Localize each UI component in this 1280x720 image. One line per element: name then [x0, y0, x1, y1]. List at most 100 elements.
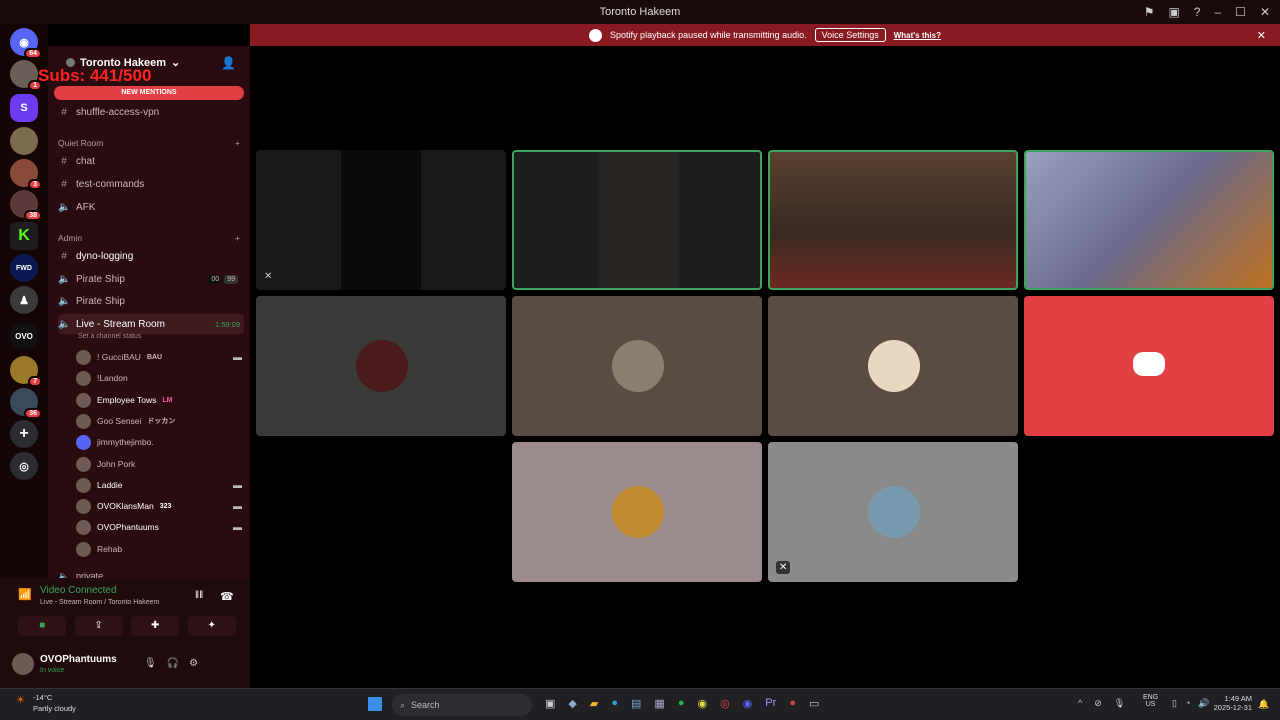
language-indicator[interactable]: ENG US — [1143, 694, 1158, 708]
windows-start-icon[interactable] — [368, 697, 382, 711]
app-icon[interactable]: ◉ — [697, 697, 707, 710]
kick-server-icon[interactable]: K — [10, 222, 38, 250]
avatar[interactable] — [12, 653, 34, 675]
search-icon: ⌕ — [400, 699, 406, 710]
channel-test-commands[interactable]: # test-commands — [58, 174, 244, 194]
voice-settings-button[interactable]: Voice Settings — [814, 28, 886, 42]
minimize-icon[interactable]: – — [1214, 5, 1221, 19]
maximize-icon[interactable]: ☐ — [1235, 5, 1246, 19]
soundboard-icon[interactable]: ǁǁ — [195, 590, 203, 601]
avatar — [76, 349, 91, 365]
app-icon[interactable]: ▦ — [654, 697, 664, 710]
channel-afk[interactable]: 🔈 AFK — [58, 197, 244, 217]
avatar — [612, 340, 664, 392]
discord-home-icon[interactable]: ◉ 64 — [10, 28, 42, 59]
voice-member[interactable]: OVOPhantuums ▬ — [76, 517, 242, 537]
channel-live-stream-room[interactable]: 🔈 Live - Stream Room 1:59:09 — [58, 314, 244, 334]
voice-member[interactable]: Employee Tows LM — [76, 390, 242, 410]
server-icon[interactable]: 36 — [10, 388, 42, 419]
spotify-icon[interactable]: ● — [678, 697, 685, 710]
voice-member[interactable]: Rehab — [76, 539, 242, 559]
server-icon[interactable]: S — [10, 94, 38, 122]
avatar — [76, 477, 91, 493]
ovo-server-icon[interactable]: OVO — [10, 322, 38, 350]
category-quiet-room[interactable]: Quiet Room + — [58, 138, 240, 148]
app-icon[interactable]: ▭ — [809, 697, 819, 710]
voice-member[interactable]: !Landon — [76, 368, 242, 388]
channel-pirate-ship-2[interactable]: 🔈 Pirate Ship — [58, 291, 244, 311]
avatar-tile[interactable] — [512, 442, 762, 582]
add-server-icon[interactable]: + — [10, 420, 38, 448]
notepad-icon[interactable]: ▤ — [631, 697, 641, 710]
premiere-icon[interactable]: Pr — [765, 697, 776, 710]
avatar-tile[interactable]: ✕ — [768, 442, 1018, 582]
activities-button[interactable]: ✚ — [131, 616, 180, 636]
chevron-up-icon[interactable]: ^ — [1078, 698, 1082, 709]
video-tile[interactable]: ✕ — [256, 150, 506, 290]
copilot-icon[interactable]: ◆ — [568, 697, 576, 710]
disconnect-icon[interactable]: ☎ — [220, 590, 234, 603]
gear-icon[interactable]: ⚙ — [189, 658, 198, 669]
app-icon[interactable]: ● — [789, 697, 796, 710]
avatar-tile[interactable] — [768, 296, 1018, 436]
task-view-icon[interactable]: ▣ — [545, 697, 555, 710]
video-tile-speaking[interactable] — [768, 150, 1018, 290]
voice-member[interactable]: jimmythejimbo. — [76, 432, 242, 452]
clock[interactable]: 1:49 AM 2025-12-31 — [1210, 694, 1252, 712]
category-private[interactable]: 🔈 private — [58, 566, 244, 579]
channel-chat[interactable]: # chat — [58, 151, 244, 171]
server-icon[interactable]: FWD — [10, 254, 38, 282]
server-icon[interactable]: ♟ — [10, 286, 38, 314]
discover-icon[interactable]: ◎ — [10, 452, 38, 480]
channel-dyno-logging[interactable]: # dyno-logging — [58, 246, 244, 266]
voice-member[interactable]: OVOKlansMan 323 ▬ — [76, 496, 242, 516]
discord-icon[interactable]: ◉ — [743, 697, 753, 710]
server-icon[interactable] — [10, 127, 38, 155]
avatar-tile[interactable] — [256, 296, 506, 436]
channel-shuffle-access-vpn[interactable]: # shuffle-access-vpn — [58, 102, 244, 122]
avatar-tile[interactable] — [512, 296, 762, 436]
microphone-icon[interactable]: 🎙 — [144, 658, 157, 669]
file-explorer-icon[interactable]: ▰ — [590, 697, 598, 710]
close-banner-icon[interactable]: ✕ — [1257, 29, 1266, 42]
add-channel-icon[interactable]: + — [235, 233, 240, 243]
camera-button[interactable]: ■ — [18, 616, 67, 636]
headphones-icon[interactable]: 🎧 — [167, 658, 179, 669]
close-window-icon[interactable]: ✕ — [1260, 5, 1270, 19]
microphone-icon[interactable]: 🎙 — [1114, 698, 1125, 709]
chevron-down-icon: ⌄ — [170, 57, 181, 69]
category-admin[interactable]: Admin + — [58, 233, 240, 243]
voice-member[interactable]: Goo Sensei ドッカン — [76, 411, 242, 431]
voice-member[interactable]: John Pork — [76, 454, 242, 474]
add-member-icon[interactable]: 👤 — [221, 56, 236, 70]
new-mentions-bar[interactable]: NEW MENTIONS — [54, 86, 244, 100]
notification-bell-icon[interactable]: 🔔 — [1258, 699, 1269, 710]
video-tile-speaking[interactable] — [1024, 150, 1274, 290]
screen-icon[interactable]: ▣ — [1168, 5, 1179, 19]
avatar-tile[interactable] — [1024, 296, 1274, 436]
avatar — [356, 340, 408, 392]
inbox-icon[interactable]: ⚑ — [1144, 5, 1155, 19]
server-icon[interactable]: 3 — [10, 159, 42, 190]
voice-member[interactable]: ! GucciBAU BAU ▬ — [76, 347, 242, 367]
volume-icon[interactable]: 🔊 — [1198, 698, 1209, 709]
hash-icon: # — [61, 250, 67, 262]
screenshare-button[interactable]: ⇪ — [74, 616, 123, 636]
server-icon[interactable]: 1 — [10, 60, 42, 91]
soundboard-button[interactable]: ✦ — [187, 616, 236, 636]
voice-member[interactable]: Laddie ▬ — [76, 475, 242, 495]
help-icon[interactable]: ? — [1194, 5, 1201, 19]
phone-link-icon[interactable]: ▯ — [1172, 698, 1177, 709]
chrome-icon[interactable]: ◎ — [720, 697, 730, 710]
wifi-icon[interactable]: ◔ — [1185, 698, 1190, 709]
add-channel-icon[interactable]: + — [235, 138, 240, 148]
server-icon[interactable]: 38 — [10, 190, 42, 221]
network-icon[interactable]: ⊘ — [1094, 698, 1102, 709]
channel-status[interactable]: Set a channel status — [78, 333, 141, 340]
video-tile-speaking[interactable] — [512, 150, 762, 290]
whats-this-link[interactable]: What's this? — [894, 31, 941, 40]
search-input[interactable]: ⌕ Search — [392, 694, 532, 716]
channel-pirate-ship[interactable]: 🔈 Pirate Ship 00 99 — [58, 269, 244, 289]
server-icon[interactable]: 7 — [10, 356, 42, 387]
edge-icon[interactable]: ● — [611, 697, 618, 710]
